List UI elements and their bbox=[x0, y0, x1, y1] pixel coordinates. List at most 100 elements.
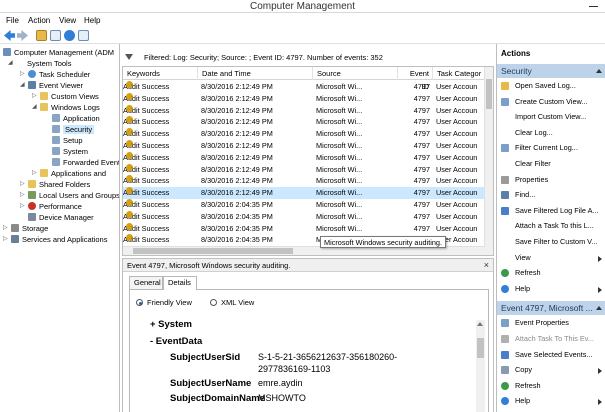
source-cell: Microsoft Wi... bbox=[316, 141, 363, 150]
column-header-date-time[interactable]: Date and Time bbox=[198, 67, 313, 80]
section-security[interactable]: Security bbox=[497, 64, 605, 78]
eventdata-node[interactable]: - EventData bbox=[150, 336, 202, 347]
help-toolbar-icon[interactable] bbox=[64, 30, 75, 41]
tree-item-forwarded-events[interactable]: Forwarded Event bbox=[52, 157, 119, 168]
expand-arrow-icon[interactable]: ▷ bbox=[20, 201, 27, 212]
tree-item-shared-folders[interactable]: ▷ Shared Folders bbox=[20, 179, 90, 190]
table-row[interactable]: Audit Success 8/30/2016 2:12:49 PM Microso… bbox=[123, 163, 485, 176]
collapse-icon[interactable] bbox=[596, 69, 602, 73]
tree-item-services-applications[interactable]: ▷ Services and Applications bbox=[3, 234, 107, 245]
task-category-cell: User Accoun bbox=[436, 129, 478, 139]
task-category-cell: User Accoun bbox=[436, 211, 478, 221]
up-folder-icon[interactable] bbox=[36, 30, 47, 41]
xml-view-radio[interactable]: XML View bbox=[210, 298, 254, 308]
action-save-filtered-log-file-a[interactable]: Save Filtered Log File A... bbox=[497, 204, 605, 218]
action-view[interactable]: View bbox=[497, 251, 605, 265]
table-row[interactable]: Audit Success 8/30/2016 2:12:49 PM Microso… bbox=[123, 175, 485, 187]
tree-item-system-tools[interactable]: ◢ System Tools bbox=[8, 58, 71, 69]
action-help[interactable]: Help bbox=[497, 282, 605, 296]
action-attach-a-task-to-this-l[interactable]: Attach a Task To this L... bbox=[497, 219, 605, 233]
tree-item-computer-management[interactable]: Computer Management (ADM bbox=[3, 47, 114, 58]
action-clear-log[interactable]: Clear Log... bbox=[497, 126, 605, 140]
tree-item-security[interactable]: Security bbox=[52, 124, 95, 135]
minimize-button[interactable] bbox=[581, 0, 605, 13]
table-row[interactable]: Audit Success 8/30/2016 2:12:49 PM Microso… bbox=[123, 128, 485, 140]
table-row[interactable]: Audit Success 8/30/2016 2:12:49 PM Microso… bbox=[123, 116, 485, 128]
collapse-arrow-icon[interactable]: ◢ bbox=[8, 58, 15, 69]
tree-item-device-manager[interactable]: Device Manager bbox=[28, 212, 94, 223]
tree-item-storage[interactable]: ▷ Storage bbox=[3, 223, 48, 234]
table-row[interactable]: Audit Success 8/30/2016 2:12:49 PM Microso… bbox=[123, 187, 485, 199]
action-import-custom-view[interactable]: Import Custom View... bbox=[497, 110, 605, 124]
table-row[interactable]: Audit Success 8/30/2016 2:12:49 PM Microso… bbox=[123, 81, 485, 93]
tree-item-setup[interactable]: Setup bbox=[52, 135, 83, 146]
scroll-thumb[interactable] bbox=[133, 248, 293, 254]
scroll-up-icon[interactable] bbox=[477, 322, 483, 326]
table-row[interactable]: Audit Success 8/30/2016 2:12:49 PM Microso… bbox=[123, 92, 485, 105]
column-header-keywords[interactable]: Keywords bbox=[123, 67, 198, 80]
menu-help[interactable]: Help bbox=[84, 13, 100, 28]
action-refresh[interactable]: Refresh bbox=[497, 266, 605, 280]
table-row[interactable]: Audit Success8/30/2016 2:04:35 PM Microso… bbox=[123, 199, 485, 211]
table-row[interactable]: Audit Success8/30/2016 2:04:35 PM Microso… bbox=[123, 222, 485, 235]
action-help[interactable]: Help bbox=[497, 394, 605, 408]
tree-item-local-users-groups[interactable]: ▷ Local Users and Groups bbox=[20, 190, 119, 201]
table-row[interactable]: Audit Success 8/30/2016 2:12:49 PM Microso… bbox=[123, 151, 485, 164]
back-icon[interactable] bbox=[4, 30, 15, 41]
tree-item-application[interactable]: Application bbox=[52, 113, 100, 124]
friendly-view-radio[interactable]: Friendly View bbox=[136, 298, 192, 308]
action-copy[interactable]: Copy bbox=[497, 363, 605, 377]
expand-arrow-icon[interactable]: ▷ bbox=[20, 179, 27, 190]
expand-arrow-icon[interactable]: ▷ bbox=[20, 190, 27, 201]
show-action-pane-icon[interactable] bbox=[78, 30, 89, 41]
expand-arrow-icon[interactable]: ▷ bbox=[3, 223, 10, 234]
tree-item-custom-views[interactable]: ▷ Custom Views bbox=[32, 91, 99, 102]
tree-item-applications-and-services[interactable]: ▷ Applications and bbox=[32, 168, 106, 179]
expand-arrow-icon[interactable]: ▷ bbox=[32, 168, 39, 179]
tree-item-performance[interactable]: ▷ Performance bbox=[20, 201, 82, 212]
expand-arrow-icon[interactable]: ▷ bbox=[20, 69, 27, 80]
action-save-filter-to-custom-v[interactable]: Save Filter to Custom V... bbox=[497, 235, 605, 249]
action-refresh[interactable]: Refresh bbox=[497, 379, 605, 393]
column-header-event-id[interactable]: Event ID bbox=[398, 67, 433, 91]
action-find[interactable]: Find... bbox=[497, 188, 605, 202]
menu-view[interactable]: View bbox=[59, 13, 76, 28]
action-save-selected-events[interactable]: Save Selected Events... bbox=[497, 348, 605, 362]
expand-arrow-icon[interactable]: ▷ bbox=[3, 234, 10, 245]
expand-arrow-icon[interactable]: ▷ bbox=[32, 91, 39, 102]
section-event[interactable]: Event 4797, Microsoft ... bbox=[497, 301, 605, 316]
detail-scrollbar[interactable] bbox=[476, 320, 485, 412]
show-hide-tree-icon[interactable] bbox=[50, 30, 61, 41]
date-time-cell: 8/30/2016 2:12:49 PM bbox=[201, 129, 273, 139]
vertical-scrollbar[interactable] bbox=[484, 67, 493, 255]
action-attach-task-to-this-ev[interactable]: Attach Task To This Ev... bbox=[497, 332, 605, 346]
action-open-saved-log[interactable]: Open Saved Log... bbox=[497, 79, 605, 93]
action-filter-current-log[interactable]: Filter Current Log... bbox=[497, 141, 605, 155]
tree-item-event-viewer[interactable]: ◢ Event Viewer bbox=[20, 80, 83, 91]
tree-item-task-scheduler[interactable]: ▷ Task Scheduler bbox=[20, 69, 90, 80]
collapse-arrow-icon[interactable]: ◢ bbox=[20, 80, 27, 91]
action-create-custom-view[interactable]: Create Custom View... bbox=[497, 95, 605, 109]
table-row[interactable]: Audit Success8/30/2016 2:04:35 PM Microso… bbox=[123, 210, 485, 223]
column-header-task-category[interactable]: Task Categor bbox=[433, 67, 485, 80]
audit-key-icon bbox=[126, 210, 133, 218]
table-row[interactable]: Audit Success 8/30/2016 2:12:49 PM Microso… bbox=[123, 104, 485, 117]
close-icon[interactable]: × bbox=[484, 259, 489, 272]
action-event-properties[interactable]: Event Properties bbox=[497, 316, 605, 330]
menu-action[interactable]: Action bbox=[28, 13, 50, 28]
table-row[interactable]: Audit Success 8/30/2016 2:12:49 PM Microso… bbox=[123, 140, 485, 152]
system-node[interactable]: + System bbox=[150, 319, 192, 330]
scroll-thumb[interactable] bbox=[477, 338, 484, 358]
column-header-source[interactable]: Source bbox=[313, 67, 398, 80]
tab-details[interactable]: Details bbox=[163, 276, 197, 290]
tree-item-system[interactable]: System bbox=[52, 146, 88, 157]
menu-file[interactable]: File bbox=[6, 13, 19, 28]
action-clear-filter[interactable]: Clear Filter bbox=[497, 157, 605, 171]
collapse-arrow-icon[interactable]: ◢ bbox=[32, 102, 39, 113]
action-properties[interactable]: Properties bbox=[497, 173, 605, 187]
tree-item-windows-logs[interactable]: ◢ Windows Logs bbox=[32, 102, 100, 113]
forward-icon[interactable] bbox=[17, 30, 28, 41]
scroll-thumb[interactable] bbox=[486, 79, 492, 109]
collapse-icon[interactable] bbox=[596, 306, 602, 311]
tab-general[interactable]: General bbox=[129, 276, 163, 289]
